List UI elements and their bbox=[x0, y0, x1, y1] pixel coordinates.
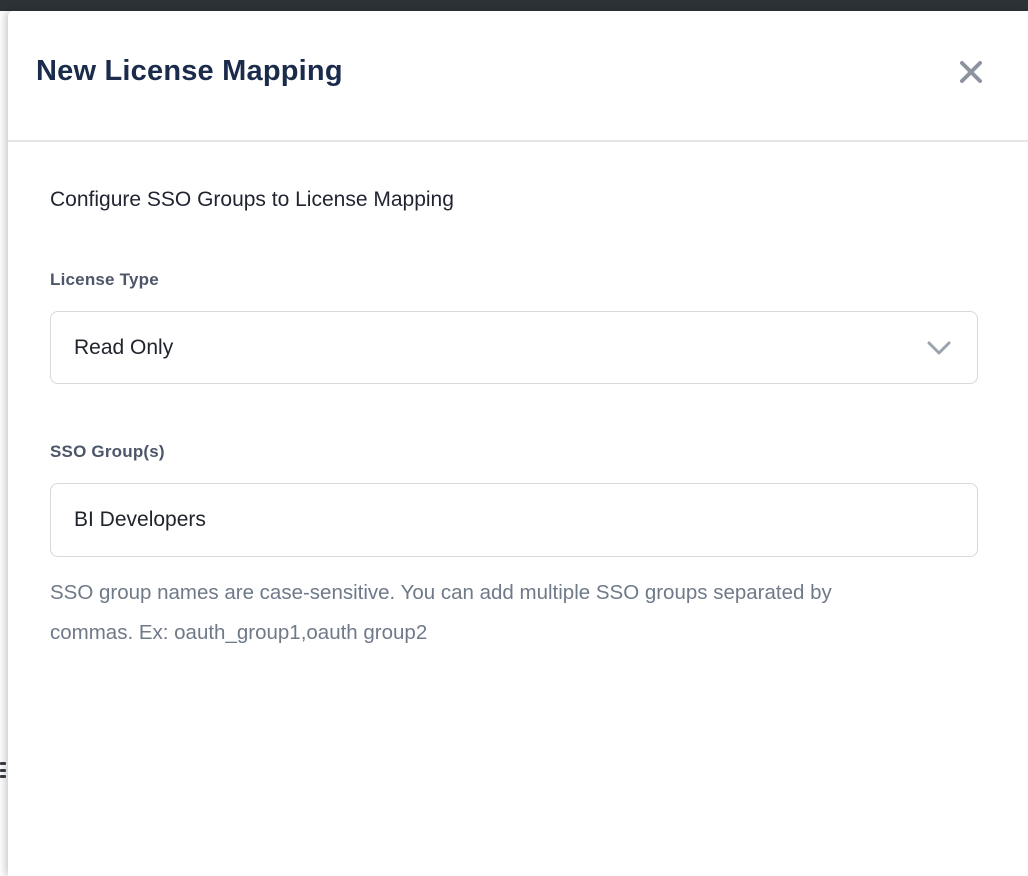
license-type-select[interactable]: Read Only bbox=[50, 311, 978, 384]
sso-groups-label: SSO Group(s) bbox=[50, 442, 978, 462]
modal-header: New License Mapping bbox=[8, 11, 1028, 142]
background-partial-menu-icon bbox=[0, 760, 7, 780]
chevron-down-icon bbox=[927, 340, 951, 356]
license-type-label: License Type bbox=[50, 270, 978, 290]
sso-groups-help-text: SSO group names are case-sensitive. You … bbox=[50, 573, 895, 653]
new-license-mapping-modal: New License Mapping Configure SSO Groups… bbox=[8, 11, 1028, 876]
close-icon bbox=[958, 59, 984, 85]
background-app-topbar bbox=[0, 0, 1028, 11]
modal-subtitle: Configure SSO Groups to License Mapping bbox=[50, 188, 978, 212]
sso-groups-input[interactable] bbox=[50, 483, 978, 557]
license-type-selected-value: Read Only bbox=[74, 336, 173, 360]
close-button[interactable] bbox=[956, 57, 986, 87]
modal-body: Configure SSO Groups to License Mapping … bbox=[8, 188, 1028, 653]
modal-title: New License Mapping bbox=[36, 55, 988, 88]
